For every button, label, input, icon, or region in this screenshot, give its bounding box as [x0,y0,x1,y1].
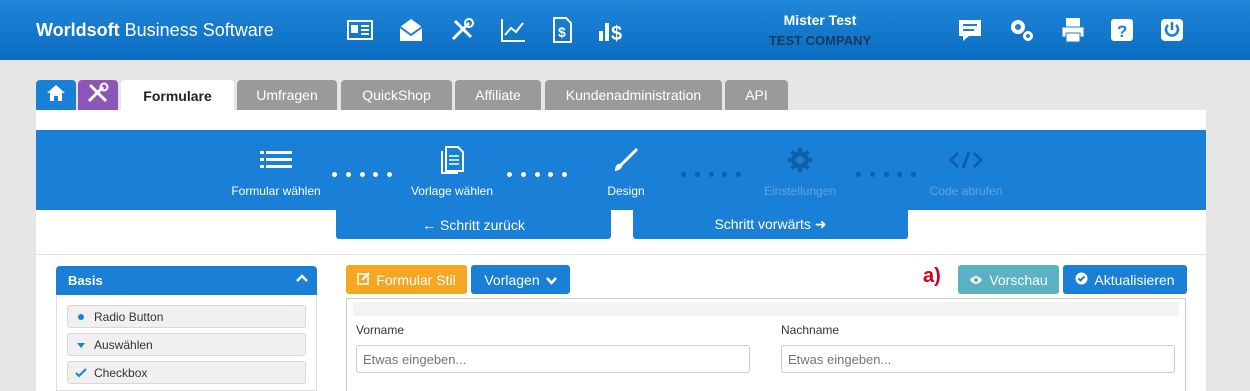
wizard-bar: Formular wählen Vorlage wählen Design Ei… [36,130,1206,210]
step-einstellungen[interactable]: Einstellungen [730,147,870,198]
company-name: TEST COMPANY [768,33,872,48]
svg-text:$: $ [558,24,566,40]
brush-icon [613,147,639,178]
step-vorlage-waehlen[interactable]: Vorlage wählen [382,145,522,198]
edit-icon [357,271,371,288]
vorschau-button[interactable]: Vorschau [958,265,1059,294]
mail-icon[interactable] [394,14,428,46]
top-bar: Worldsoft Business Software $ $ Mister T… [0,0,1250,60]
step-forward-button[interactable]: Schritt vorwärts ➜ [633,210,908,239]
formular-stil-button[interactable]: Formular Stil [346,265,467,294]
step-code-abrufen[interactable]: Code abrufen [896,148,1036,198]
gears-icon[interactable] [1005,14,1039,46]
step-label: Formular wählen [231,184,321,198]
sidebar-item-label: Checkbox [94,365,148,380]
form-strip [353,302,1179,316]
vorname-label: Vorname [356,323,405,337]
power-icon[interactable] [1155,14,1189,46]
annotation-marker: a) [923,265,941,287]
sidebar-item-checkbox[interactable]: Checkbox [67,361,306,384]
brand-title: Worldsoft Business Software [36,20,274,40]
vorlagen-dropdown[interactable]: Vorlagen [471,265,570,294]
chart-icon[interactable] [496,14,530,46]
vorname-input[interactable] [356,345,750,373]
nachname-label: Nachname [781,323,840,337]
dropdown-icon [74,338,88,352]
sidebar-item-label: Radio Button [94,309,164,324]
aktualisieren-button[interactable]: Aktualisieren [1063,265,1187,294]
step-label: Einstellungen [763,184,837,198]
eye-icon [969,272,983,288]
tab-quickshop[interactable]: QuickShop [341,80,452,110]
tab-tools[interactable] [78,80,118,110]
help-icon[interactable]: ? [1105,14,1139,46]
tab-home[interactable] [36,80,76,110]
list-icon [260,150,292,175]
svg-text:?: ? [1117,22,1127,41]
code-icon [948,150,984,175]
tab-umfragen[interactable]: Umfragen [237,80,337,110]
tab-kundenadministration[interactable]: Kundenadministration [545,80,722,110]
invoice-icon[interactable]: $ [545,14,579,46]
svg-text:$: $ [611,23,622,45]
radio-dot-icon [74,310,88,324]
tab-api[interactable]: API [725,80,788,110]
contact-card-icon[interactable] [343,14,377,46]
tab-formulare[interactable]: Formulare [121,80,234,111]
sidebar-item-auswaehlen[interactable]: Auswählen [67,333,306,356]
user-info[interactable]: Mister Test TEST COMPANY [740,12,900,48]
tools-icon [86,82,110,109]
form-preview: Vorname Nachname [346,298,1186,391]
nachname-input[interactable] [781,345,1175,373]
checkmark-icon [74,366,88,380]
step-label: Vorlage wählen [410,184,494,198]
tools-icon[interactable] [445,14,479,46]
step-label: Design [607,184,645,198]
sidebar-header[interactable]: Basis [56,266,317,295]
sidebar-item-label: Auswählen [94,337,153,352]
gear-icon [787,147,813,178]
user-name: Mister Test [783,12,857,28]
message-icon[interactable] [953,14,987,46]
tab-affiliate[interactable]: Affiliate [455,80,541,110]
step-label: Code abrufen [929,184,1003,198]
sidebar-item-radio-button[interactable]: Radio Button [67,305,306,328]
printer-icon[interactable] [1056,14,1090,46]
chevron-down-icon [545,272,557,288]
check-circle-icon [1075,272,1088,288]
divider [36,254,1206,255]
step-design[interactable]: Design [556,147,696,198]
step-formular-waehlen[interactable]: Formular wählen [206,148,346,198]
home-icon [46,84,66,107]
main-panel: Formular wählen Vorlage wählen Design Ei… [36,110,1206,391]
sidebar-title: Basis [68,273,103,288]
sales-icon[interactable]: $ [595,14,629,46]
chevron-up-icon[interactable] [295,272,309,287]
sidebar-body: Radio Button Auswählen Checkbox [56,295,317,391]
step-back-button[interactable]: ← Schritt zurück [336,210,611,239]
document-icon [440,145,464,179]
